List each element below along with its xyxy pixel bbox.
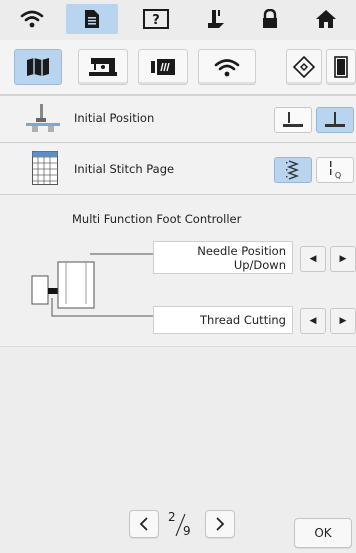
tab-lock[interactable] (244, 4, 296, 34)
needle-down-option[interactable] (316, 107, 354, 133)
wlan-icon (214, 59, 240, 77)
thread-cutting-field[interactable]: Thread Cutting (153, 306, 293, 334)
needle-position-field[interactable]: Needle Position Up/Down (153, 241, 293, 274)
tab-presser-foot[interactable] (190, 4, 242, 34)
foot-controller-title: Multi Function Foot Controller (72, 212, 242, 226)
lock-icon (263, 9, 277, 28)
thread-cutting-next-button[interactable]: ▶ (330, 308, 356, 334)
tab-help[interactable]: ? (130, 4, 182, 34)
right-triangle-icon: ▶ (339, 254, 347, 264)
stitch-page-grid-icon (32, 151, 58, 185)
needle-up-icon (283, 112, 303, 127)
needle-position-prev-button[interactable]: ◀ (300, 246, 326, 272)
q-mark: Q (335, 171, 341, 180)
tab-wifi[interactable] (6, 4, 58, 34)
needle-position-next-button[interactable]: ▶ (330, 246, 356, 272)
total-pages: 9 (183, 524, 191, 538)
tab-home[interactable] (300, 4, 352, 34)
thread-cutting-prev-button[interactable]: ◀ (300, 308, 326, 334)
frame-icon (334, 56, 348, 78)
next-page-button[interactable] (205, 510, 235, 538)
initial-stitch-page-label: Initial Stitch Page (74, 162, 175, 176)
previous-page-button[interactable] (129, 510, 159, 538)
document-icon (85, 10, 99, 28)
zigzag-stitch-icon (286, 160, 299, 180)
setting-row-initial-position: Initial Position (0, 96, 356, 143)
settings-category-bar (0, 40, 356, 96)
left-triangle-icon: ◀ (309, 316, 317, 326)
ok-button[interactable]: OK (294, 518, 352, 548)
help-icon-mark: ? (152, 13, 160, 28)
settings-book-icon (27, 58, 49, 76)
page-indicator: 2 9 (163, 510, 199, 540)
presser-foot-icon (208, 10, 224, 28)
left-triangle-icon: ◀ (309, 254, 317, 264)
right-triangle-icon: ▶ (339, 316, 347, 326)
utility-stitch-option[interactable] (274, 157, 312, 183)
sewing-machine-button[interactable] (78, 49, 128, 85)
sewing-machine-icon (89, 58, 117, 76)
top-tab-bar: ? (0, 0, 356, 41)
home-icon (316, 10, 336, 28)
display-settings-icon (151, 59, 175, 75)
foot-controller-section: Multi Function Foot Controller Needle Po… (0, 196, 356, 346)
straight-stitch-q-icon: Q (330, 161, 341, 180)
wlan-settings-button[interactable] (198, 49, 256, 85)
chevron-left-icon (139, 517, 148, 531)
wifi-icon (20, 10, 44, 28)
chevron-right-icon (216, 517, 225, 531)
help-icon: ? (143, 9, 169, 29)
settings-book-button[interactable] (14, 49, 62, 85)
straight-stitch-q-option[interactable]: Q (316, 157, 354, 183)
needle-up-option[interactable] (274, 107, 312, 133)
needle-position-icon (26, 104, 60, 132)
fraction-slash (175, 513, 186, 537)
needle-down-icon (325, 112, 345, 127)
diamond-button[interactable] (286, 49, 322, 85)
setting-row-initial-stitch-page: Initial Stitch Page Q (0, 144, 356, 195)
frame-button[interactable] (326, 49, 356, 85)
display-settings-button[interactable] (138, 49, 188, 85)
initial-position-label: Initial Position (74, 111, 155, 125)
tab-document[interactable] (66, 4, 118, 34)
foot-controller-diagram (31, 253, 156, 317)
diamond-icon (293, 56, 315, 78)
